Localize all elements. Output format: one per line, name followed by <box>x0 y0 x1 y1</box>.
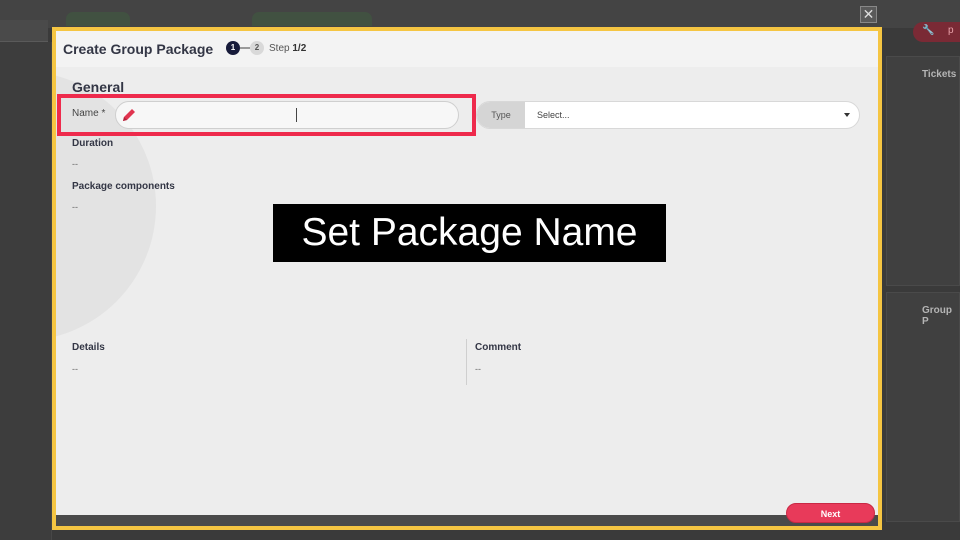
step-counter: Step 1/2 <box>269 43 306 54</box>
background-panel-title: Tickets <box>922 69 957 80</box>
column-divider <box>466 339 467 385</box>
tutorial-caption: Set Package Name <box>273 204 666 262</box>
step-1-indicator: 1 <box>226 41 240 55</box>
modal-bottom-strip <box>56 515 878 526</box>
modal-header: Create Group Package 1 2 Step 1/2 <box>56 31 878 67</box>
background-field <box>0 20 48 42</box>
comment-title: Comment <box>475 342 522 353</box>
step-prefix: Step <box>269 43 290 54</box>
background-group-panel: Group P <box>886 292 960 522</box>
create-group-package-modal: Create Group Package 1 2 Step 1/2 Genera… <box>52 27 882 530</box>
details-value: -- <box>72 364 78 374</box>
background-tab <box>252 12 372 26</box>
background-topbar <box>0 0 960 28</box>
type-label: Type <box>477 102 525 128</box>
step-value: 1/2 <box>292 43 307 54</box>
step-2-indicator: 2 <box>250 41 264 55</box>
background-tickets-panel: Tickets <box>886 56 960 286</box>
step-connector <box>240 47 250 49</box>
general-section-title: General <box>72 79 125 95</box>
background-left-panel <box>0 42 52 540</box>
background-action-pill[interactable]: 🔧 p <box>913 22 960 42</box>
background-panel-title-2: Group P <box>922 305 952 327</box>
pill-label: p <box>948 25 954 36</box>
background-tab <box>66 12 130 26</box>
package-components-value: -- <box>72 202 78 212</box>
package-components-title: Package components <box>72 181 175 192</box>
chevron-down-icon[interactable] <box>844 113 850 117</box>
type-select[interactable]: Type Select... <box>476 101 860 129</box>
modal-title: Create Group Package <box>63 41 214 57</box>
details-title: Details <box>72 342 105 353</box>
duration-value: -- <box>72 159 78 169</box>
next-button[interactable]: Next <box>786 503 875 523</box>
background-close-icon[interactable]: ✕ <box>860 6 877 23</box>
wrench-icon: 🔧 <box>922 25 935 36</box>
comment-value: -- <box>475 364 481 374</box>
type-selected-value: Select... <box>537 110 570 120</box>
name-field-highlight <box>57 94 476 136</box>
duration-title: Duration <box>72 138 114 149</box>
